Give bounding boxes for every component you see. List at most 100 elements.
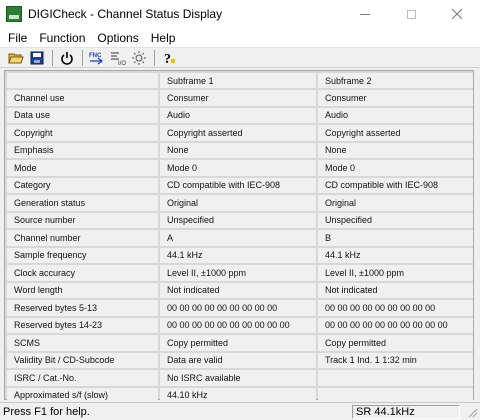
row-label: Approximated s/f (slow)	[7, 387, 158, 403]
table-row: Data use Audio Audio	[7, 107, 473, 123]
subframe-1-value: Not indicated	[160, 282, 316, 298]
function-icon: FNC	[89, 53, 103, 64]
window-title: DIGICheck - Channel Status Display	[28, 7, 223, 21]
toolbar-separator	[154, 49, 155, 66]
row-label: Generation status	[7, 195, 158, 211]
subframe-2-value: Not indicated	[318, 282, 473, 298]
status-sample-rate: SR 44.1kHz	[352, 405, 460, 419]
subframe-1-value: None	[160, 142, 316, 158]
table-body: Subframe 1 Subframe 2 Channel use Consume…	[7, 73, 473, 403]
table-row: Copyright Copyright asserted Copyright ass…	[7, 125, 473, 141]
subframe-1-value: CD compatible with IEC-908	[160, 177, 316, 193]
help-button[interactable]: ?	[159, 49, 179, 67]
column-header-label	[7, 73, 158, 88]
subframe-1-value: Original	[160, 195, 316, 211]
toolbar-separator	[82, 49, 83, 66]
minimize-button[interactable]	[342, 0, 388, 28]
light-button[interactable]	[129, 49, 149, 67]
svg-text:FNC: FNC	[89, 53, 102, 59]
subframe-1-value: Consumer	[160, 90, 316, 106]
subframe-2-value: Original	[318, 195, 473, 211]
subframe-1-value: 44.10 kHz	[160, 387, 316, 403]
row-label: Mode	[7, 160, 158, 176]
io-settings-icon: I/O	[111, 52, 126, 66]
table-row: Channel use Consumer Consumer	[7, 90, 473, 106]
function-button[interactable]: FNC	[87, 49, 107, 67]
resize-grip-icon[interactable]	[466, 406, 478, 418]
subframe-1-value: Mode 0	[160, 160, 316, 176]
app-icon	[6, 6, 22, 22]
menu-file[interactable]: File	[2, 31, 33, 45]
table-row: Channel number A B	[7, 230, 473, 246]
channel-status-table: Subframe 1 Subframe 2 Channel use Consume…	[4, 70, 474, 403]
subframe-2-value: Track 1 Ind. 1 1:32 min	[318, 352, 473, 368]
subframe-2-value: Audio	[318, 107, 473, 123]
power-button[interactable]	[57, 49, 77, 67]
row-label: Clock accuracy	[7, 265, 158, 281]
column-header-subframe-1: Subframe 1	[160, 73, 316, 88]
table-header-row: Subframe 1 Subframe 2	[7, 73, 473, 88]
status-bar: Press F1 for help. SR 44.1kHz	[0, 402, 480, 420]
subframe-2-value	[318, 370, 473, 386]
table-row: Reserved bytes 5-13 00 00 00 00 00 00 00 …	[7, 300, 473, 316]
subframe-1-value: Audio	[160, 107, 316, 123]
row-label: SCMS	[7, 335, 158, 351]
maximize-button[interactable]	[388, 0, 434, 28]
title-bar: DIGICheck - Channel Status Display	[0, 0, 480, 28]
status-help-text: Press F1 for help.	[3, 405, 90, 418]
row-label: Emphasis	[7, 142, 158, 158]
save-button[interactable]	[27, 49, 47, 67]
row-label: Channel number	[7, 230, 158, 246]
subframe-2-value: Mode 0	[318, 160, 473, 176]
row-label: Reserved bytes 5-13	[7, 300, 158, 316]
table-row: Validity Bit / CD-Subcode Data are valid T…	[7, 352, 473, 368]
power-icon	[61, 51, 73, 65]
subframe-1-value: 00 00 00 00 00 00 00 00 00 00	[160, 317, 316, 333]
row-label: Copyright	[7, 125, 158, 141]
row-label: Sample frequency	[7, 247, 158, 263]
row-label: Data use	[7, 107, 158, 123]
open-button[interactable]	[6, 49, 26, 67]
table-row: Clock accuracy Level II, ±1000 ppm Level I…	[7, 265, 473, 281]
subframe-2-value: 44.1 kHz	[318, 247, 473, 263]
menu-help[interactable]: Help	[145, 31, 182, 45]
menu-bar: File Function Options Help	[0, 28, 480, 47]
subframe-2-value: CD compatible with IEC-908	[318, 177, 473, 193]
row-label: Category	[7, 177, 158, 193]
table-row: Emphasis None None	[7, 142, 473, 158]
subframe-2-value: B	[318, 230, 473, 246]
svg-text:I/O: I/O	[118, 61, 126, 66]
row-label: Validity Bit / CD-Subcode	[7, 352, 158, 368]
table-row: Category CD compatible with IEC-908 CD com…	[7, 177, 473, 193]
light-icon	[132, 50, 146, 65]
subframe-1-value: Data are valid	[160, 352, 316, 368]
menu-function[interactable]: Function	[33, 31, 91, 45]
maximize-icon	[406, 9, 416, 19]
subframe-2-value: Consumer	[318, 90, 473, 106]
subframe-1-value: Level II, ±1000 ppm	[160, 265, 316, 281]
subframe-2-value	[318, 387, 473, 403]
table-row: Sample frequency 44.1 kHz 44.1 kHz	[7, 247, 473, 263]
close-button[interactable]	[434, 0, 480, 28]
open-folder-icon	[8, 53, 24, 63]
save-disk-icon	[30, 51, 44, 64]
subframe-1-value: No ISRC available	[160, 370, 316, 386]
table-row: Word length Not indicated Not indicated	[7, 282, 473, 298]
subframe-1-value: 00 00 00 00 00 00 00 00 00	[160, 300, 316, 316]
close-icon	[452, 9, 462, 19]
row-label: Word length	[7, 282, 158, 298]
menu-options[interactable]: Options	[91, 31, 144, 45]
subframe-1-value: Copy permitted	[160, 335, 316, 351]
subframe-1-value: A	[160, 230, 316, 246]
subframe-1-value: 44.1 kHz	[160, 247, 316, 263]
io-settings-button[interactable]: I/O	[108, 49, 128, 67]
row-label: Channel use	[7, 90, 158, 106]
subframe-1-value: Unspecified	[160, 212, 316, 228]
row-label: Source number	[7, 212, 158, 228]
table-row: Source number Unspecified Unspecified	[7, 212, 473, 228]
subframe-1-value: Copyright asserted	[160, 125, 316, 141]
app-window: DIGICheck - Channel Status Display File …	[0, 0, 480, 420]
subframe-2-value: Unspecified	[318, 212, 473, 228]
subframe-2-value: Level II, ±1000 ppm	[318, 265, 473, 281]
subframe-2-value: Copyright asserted	[318, 125, 473, 141]
